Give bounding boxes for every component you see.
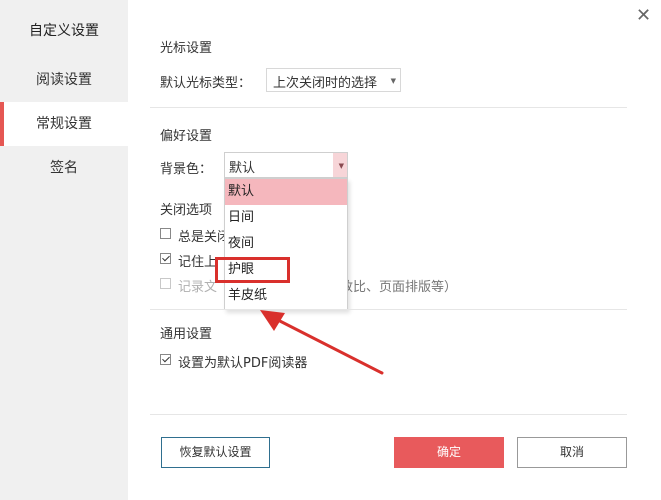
divider xyxy=(150,107,627,108)
sidebar: 自定义设置 阅读设置 常规设置 签名 xyxy=(0,0,128,500)
general-section-title: 通用设置 xyxy=(160,327,213,342)
ok-button[interactable]: 确定 xyxy=(394,437,504,468)
chevron-down-icon: ▼ xyxy=(390,77,396,85)
highlight-box xyxy=(215,257,290,283)
cursor-section-title: 光标设置 xyxy=(160,41,213,56)
cursor-type-label: 默认光标类型： xyxy=(160,76,252,91)
checkbox-checked[interactable] xyxy=(160,253,171,264)
checkbox[interactable] xyxy=(160,228,171,239)
restore-defaults-button[interactable]: 恢复默认设置 xyxy=(161,437,270,468)
bg-color-select[interactable]: 默认 ▼ xyxy=(224,152,348,178)
sidebar-item-label: 常规设置 xyxy=(36,116,92,132)
checkbox-checked[interactable] xyxy=(160,354,171,365)
divider xyxy=(150,414,627,415)
sidebar-item-general[interactable]: 常规设置 xyxy=(0,102,128,146)
close-section-title: 关闭选项 xyxy=(160,203,213,218)
close-option-suffix: 放比、页面排版等） xyxy=(340,280,458,295)
sidebar-title: 自定义设置 xyxy=(29,23,99,39)
close-option-label: 总是关闭 xyxy=(178,230,231,245)
sidebar-item-label: 阅读设置 xyxy=(36,72,92,88)
close-icon[interactable]: ✕ xyxy=(636,5,651,26)
chevron-down-icon: ▼ xyxy=(338,162,344,170)
close-option-label: 记住上 xyxy=(178,255,218,270)
dropdown-option-default[interactable]: 默认 xyxy=(225,179,347,205)
dropdown-option-day[interactable]: 日间 xyxy=(225,205,347,231)
sidebar-item-label: 签名 xyxy=(50,160,78,176)
bg-color-value: 默认 xyxy=(229,161,256,176)
bg-color-dropdown: 默认 日间 夜间 护眼 羊皮纸 xyxy=(224,178,348,310)
checkbox-disabled[interactable] xyxy=(160,278,171,289)
sidebar-item-reading[interactable]: 阅读设置 xyxy=(0,58,128,102)
cursor-type-value: 上次关闭时的选择 xyxy=(273,76,378,91)
dropdown-option-night[interactable]: 夜间 xyxy=(225,231,347,257)
cancel-button[interactable]: 取消 xyxy=(517,437,627,468)
cursor-type-select[interactable]: 上次关闭时的选择 ▼ xyxy=(266,68,401,92)
annotation-arrow-icon xyxy=(260,310,384,375)
sidebar-item-signature[interactable]: 签名 xyxy=(0,146,128,190)
close-option-label: 记录文 xyxy=(178,280,218,295)
bg-color-label: 背景色： xyxy=(160,162,213,177)
preference-section-title: 偏好设置 xyxy=(160,129,213,144)
active-indicator xyxy=(0,102,4,146)
